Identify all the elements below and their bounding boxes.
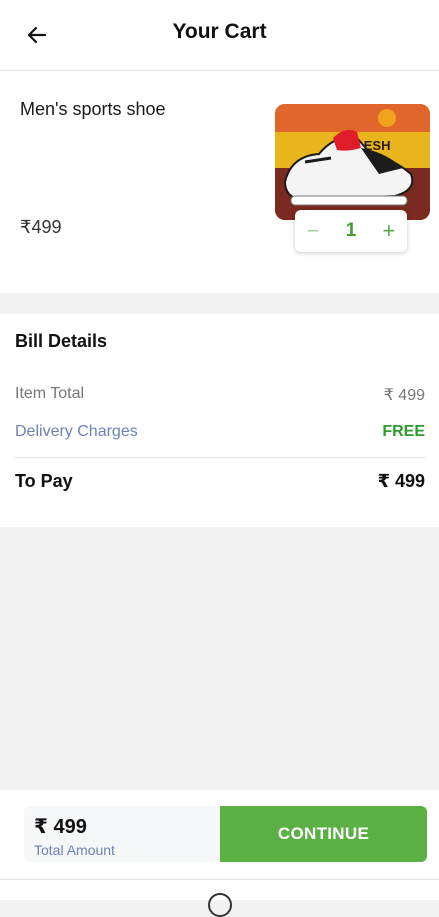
home-indicator-icon[interactable] [208,893,232,917]
to-pay-value: ₹ 499 [377,471,425,491]
total-amount-box: ₹ 499 Total Amount [24,806,220,862]
decrement-button[interactable]: − [295,210,331,252]
delivery-charges-label[interactable]: Delivery Charges [15,423,138,441]
to-pay-row: To Pay ₹ 499 [15,471,425,492]
item-total-label: Item Total [15,385,85,402]
cart-item-card: Men's sports shoe ₹499 SOLESH − 1 + [0,71,439,293]
quantity-value: 1 [345,220,357,241]
page-title: Your Cart [172,20,267,43]
total-amount-label: Total Amount [34,842,115,858]
delivery-charges-row: Delivery Charges FREE [15,423,425,441]
product-image[interactable]: SOLESH [275,104,430,220]
increment-button[interactable]: + [371,210,407,252]
bill-details-title: Bill Details [15,331,108,351]
product-price: ₹499 [20,217,62,237]
quantity-stepper: − 1 + [295,210,407,252]
item-total-value: ₹ 499 [383,387,425,404]
continue-button[interactable]: CONTINUE [220,806,427,862]
to-pay-label: To Pay [15,471,73,491]
bill-details-card: Bill Details Item Total ₹ 499 Delivery C… [0,314,439,527]
bottom-divider [0,879,439,880]
product-name: Men's sports shoe [20,99,166,119]
checkout-bar: ₹ 499 Total Amount CONTINUE [0,790,439,917]
total-amount: ₹ 499 [34,816,87,838]
app-header: Your Cart [0,0,439,71]
bill-divider [15,457,425,458]
delivery-charges-value: FREE [382,423,425,440]
item-total-row: Item Total ₹ 499 [15,385,425,405]
